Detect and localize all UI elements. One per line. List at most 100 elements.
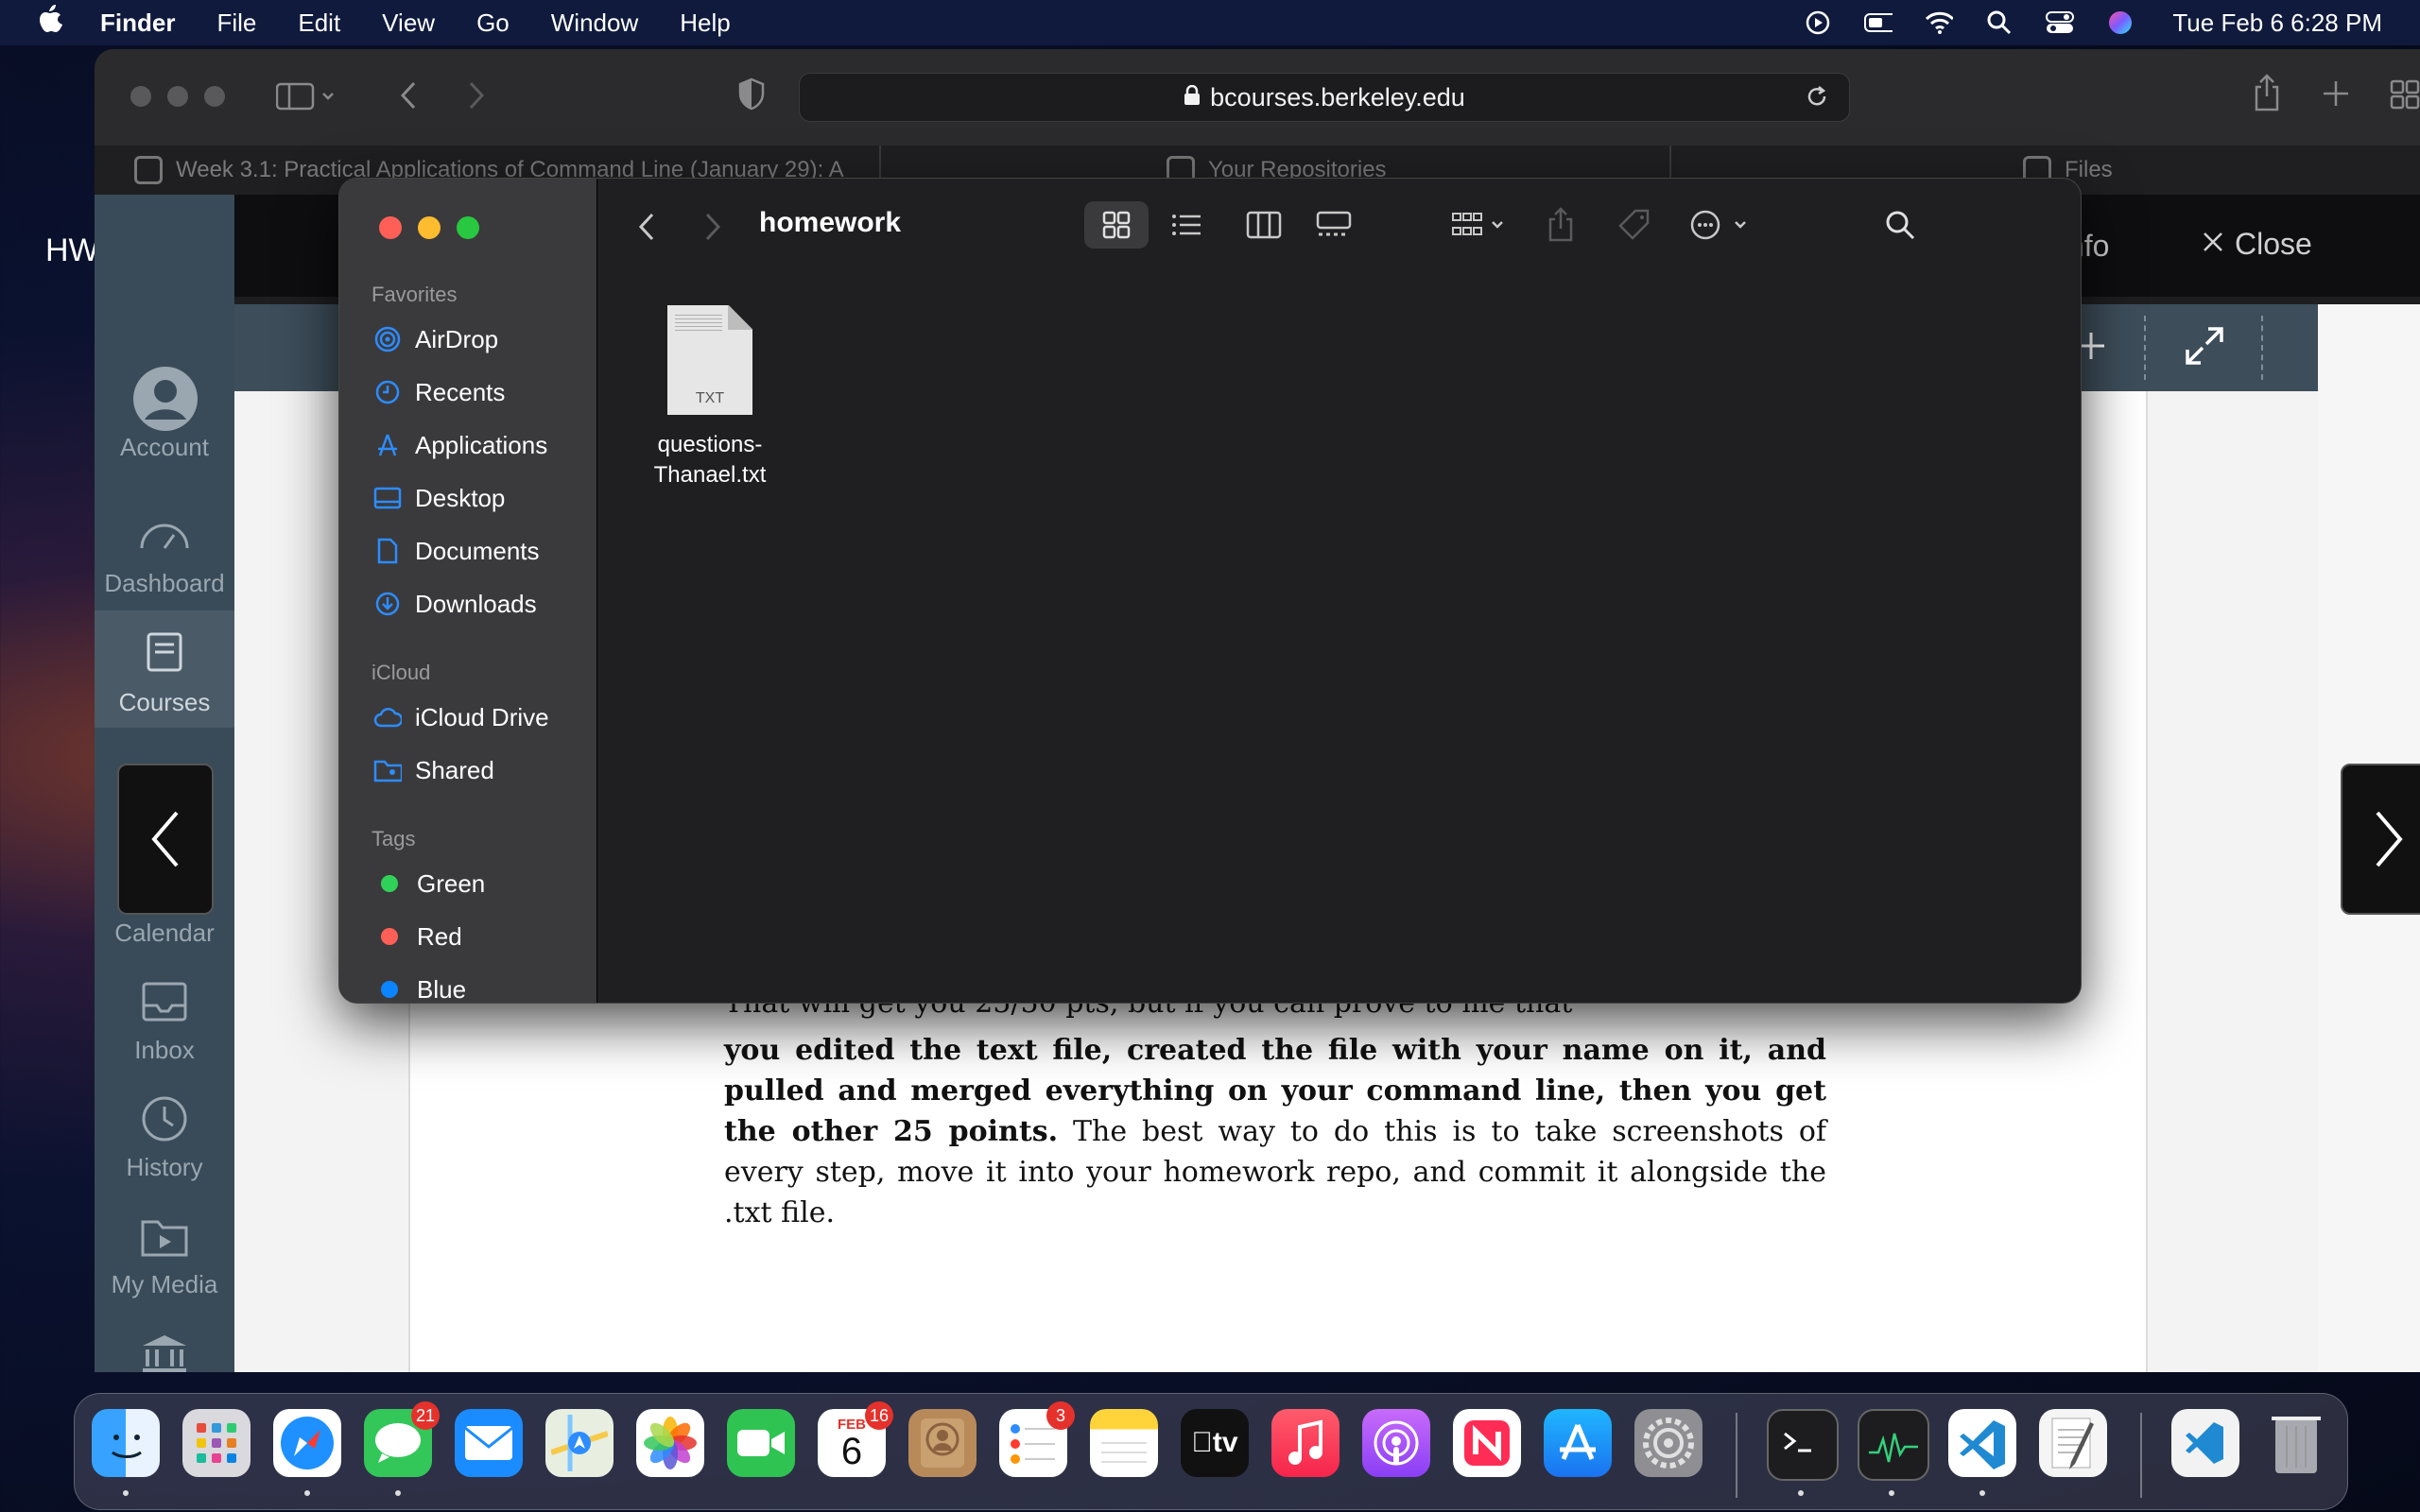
activity-monitor-app-icon[interactable] (1858, 1409, 1929, 1481)
icon-view-button[interactable] (1084, 201, 1149, 249)
address-bar[interactable]: bcourses.berkeley.edu (799, 73, 1850, 122)
sidebar-item-applications[interactable]: Applications (373, 428, 547, 462)
previous-file-button[interactable] (117, 764, 214, 915)
app-store-app-icon[interactable] (1544, 1409, 1612, 1477)
safari-toolbar: bcourses.berkeley.edu (95, 49, 2420, 146)
reload-icon[interactable] (1804, 83, 1830, 116)
notes-app-icon[interactable] (1090, 1409, 1158, 1477)
minimize-window-button[interactable] (418, 216, 441, 239)
maps-app-icon[interactable] (545, 1409, 614, 1477)
privacy-shield-icon[interactable] (737, 77, 766, 116)
zoom-window-button[interactable] (457, 216, 479, 239)
textedit-app-icon[interactable] (2039, 1409, 2107, 1477)
music-app-icon[interactable] (1271, 1409, 1340, 1477)
next-file-button[interactable] (2341, 764, 2420, 915)
sidebar-item-label: iCloud Drive (415, 702, 549, 731)
list-view-button[interactable] (1154, 201, 1219, 249)
menu-edit[interactable]: Edit (298, 9, 340, 38)
gallery-view-button[interactable] (1302, 201, 1366, 249)
spotlight-search-icon[interactable] (1985, 9, 2014, 37)
launchpad-app-icon[interactable] (182, 1409, 251, 1477)
terminal-app-icon[interactable] (1767, 1409, 1839, 1481)
battery-icon[interactable] (1864, 9, 1893, 37)
sidebar-item-label: Blue (417, 974, 467, 1004)
reminders-app-icon[interactable]: 3 (999, 1401, 1075, 1477)
photos-app-icon[interactable] (636, 1409, 704, 1477)
mail-app-icon[interactable] (455, 1409, 523, 1477)
play-icon[interactable] (1804, 9, 1832, 37)
close-window-button[interactable] (379, 216, 402, 239)
contacts-app-icon[interactable] (908, 1409, 977, 1477)
calendar-app-icon[interactable]: FEB 6 16 (818, 1401, 893, 1477)
safari-app-icon[interactable] (273, 1409, 341, 1477)
sidebar-item-label: Red (417, 921, 462, 951)
file-item[interactable]: TXT questions- Thanael.txt (634, 305, 786, 490)
forward-chevron-icon[interactable] (702, 211, 723, 248)
apple-menu-icon[interactable] (36, 5, 64, 41)
sidebar-tag-green[interactable]: Green (373, 867, 485, 901)
close-button[interactable]: Close (2201, 227, 2312, 262)
file-name-line: questions- (657, 432, 763, 457)
system-preferences-app-icon[interactable] (1634, 1409, 1703, 1477)
finder-app-icon[interactable] (92, 1409, 160, 1477)
facetime-app-icon[interactable] (727, 1409, 795, 1477)
sidebar-item-label: Downloads (415, 589, 537, 618)
nav-dashboard[interactable]: Dashboard (95, 507, 234, 598)
nav-history[interactable]: History (95, 1091, 234, 1182)
inbox-icon (131, 973, 198, 1030)
nav-courses[interactable]: Courses (95, 610, 234, 728)
gallery-icon (1316, 211, 1352, 236)
menu-help[interactable]: Help (680, 9, 730, 38)
calendar-month: FEB (838, 1416, 866, 1433)
sidebar-item-airdrop[interactable]: AirDrop (373, 322, 498, 356)
sidebar-item-downloads[interactable]: Downloads (373, 587, 537, 621)
messages-app-icon[interactable]: 21 (364, 1401, 440, 1477)
tag-dot-icon (381, 928, 398, 945)
menu-clock[interactable]: Tue Feb 6 6:28 PM (2172, 9, 2382, 38)
sidebar-item-icloud-drive[interactable]: iCloud Drive (373, 700, 549, 734)
siri-icon[interactable] (2106, 9, 2135, 37)
news-app-icon[interactable] (1453, 1409, 1521, 1477)
more-actions-button[interactable] (1684, 201, 1759, 249)
tab-overview-icon[interactable] (2390, 79, 2420, 114)
sidebar-item-recents[interactable]: Recents (373, 375, 505, 409)
nav-institution[interactable] (95, 1325, 234, 1387)
nav-account[interactable]: Account (95, 367, 234, 462)
sidebar-toggle-icon[interactable] (275, 81, 337, 116)
new-tab-icon[interactable] (2322, 79, 2350, 112)
vscode-app-icon[interactable] (1948, 1409, 2016, 1477)
columns-icon (1246, 211, 1282, 239)
pdf-body-text: That will get you 25/50 pts, but if you … (724, 1004, 1826, 1233)
control-center-icon[interactable] (2046, 9, 2075, 37)
menu-file[interactable]: File (216, 9, 256, 38)
back-chevron-icon[interactable] (397, 79, 420, 116)
sidebar-item-label: Applications (415, 430, 548, 459)
sidebar-tag-blue[interactable]: Blue (373, 972, 467, 1004)
nav-inbox[interactable]: Inbox (95, 973, 234, 1065)
fullscreen-icon[interactable] (2184, 325, 2225, 371)
favorites-heading: Favorites (372, 283, 458, 306)
column-view-button[interactable] (1232, 201, 1296, 249)
share-icon[interactable] (2252, 74, 2282, 116)
nav-my-media[interactable]: My Media (95, 1208, 234, 1299)
menu-view[interactable]: View (382, 9, 435, 38)
forward-chevron-icon[interactable] (465, 79, 488, 116)
group-by-button[interactable] (1443, 201, 1519, 249)
back-chevron-icon[interactable] (636, 211, 657, 248)
trash-icon[interactable] (2262, 1409, 2330, 1477)
menu-go[interactable]: Go (476, 9, 510, 38)
podcasts-app-icon[interactable] (1362, 1409, 1430, 1477)
sidebar-item-shared[interactable]: Shared (373, 753, 494, 787)
menu-app-name[interactable]: Finder (100, 9, 175, 38)
apple-tv-app-icon[interactable]: tv (1181, 1409, 1249, 1477)
vscode-file-icon[interactable] (2171, 1409, 2239, 1477)
sidebar-tag-red[interactable]: Red (373, 919, 462, 954)
sidebar-item-desktop[interactable]: Desktop (373, 481, 505, 515)
share-icon[interactable] (1542, 201, 1580, 249)
menu-window[interactable]: Window (551, 9, 638, 38)
tag-icon[interactable] (1614, 201, 1655, 249)
wifi-icon[interactable] (1925, 9, 1954, 37)
sidebar-item-documents[interactable]: Documents (373, 534, 540, 568)
window-controls[interactable] (130, 86, 241, 112)
search-icon[interactable] (1876, 201, 1924, 249)
